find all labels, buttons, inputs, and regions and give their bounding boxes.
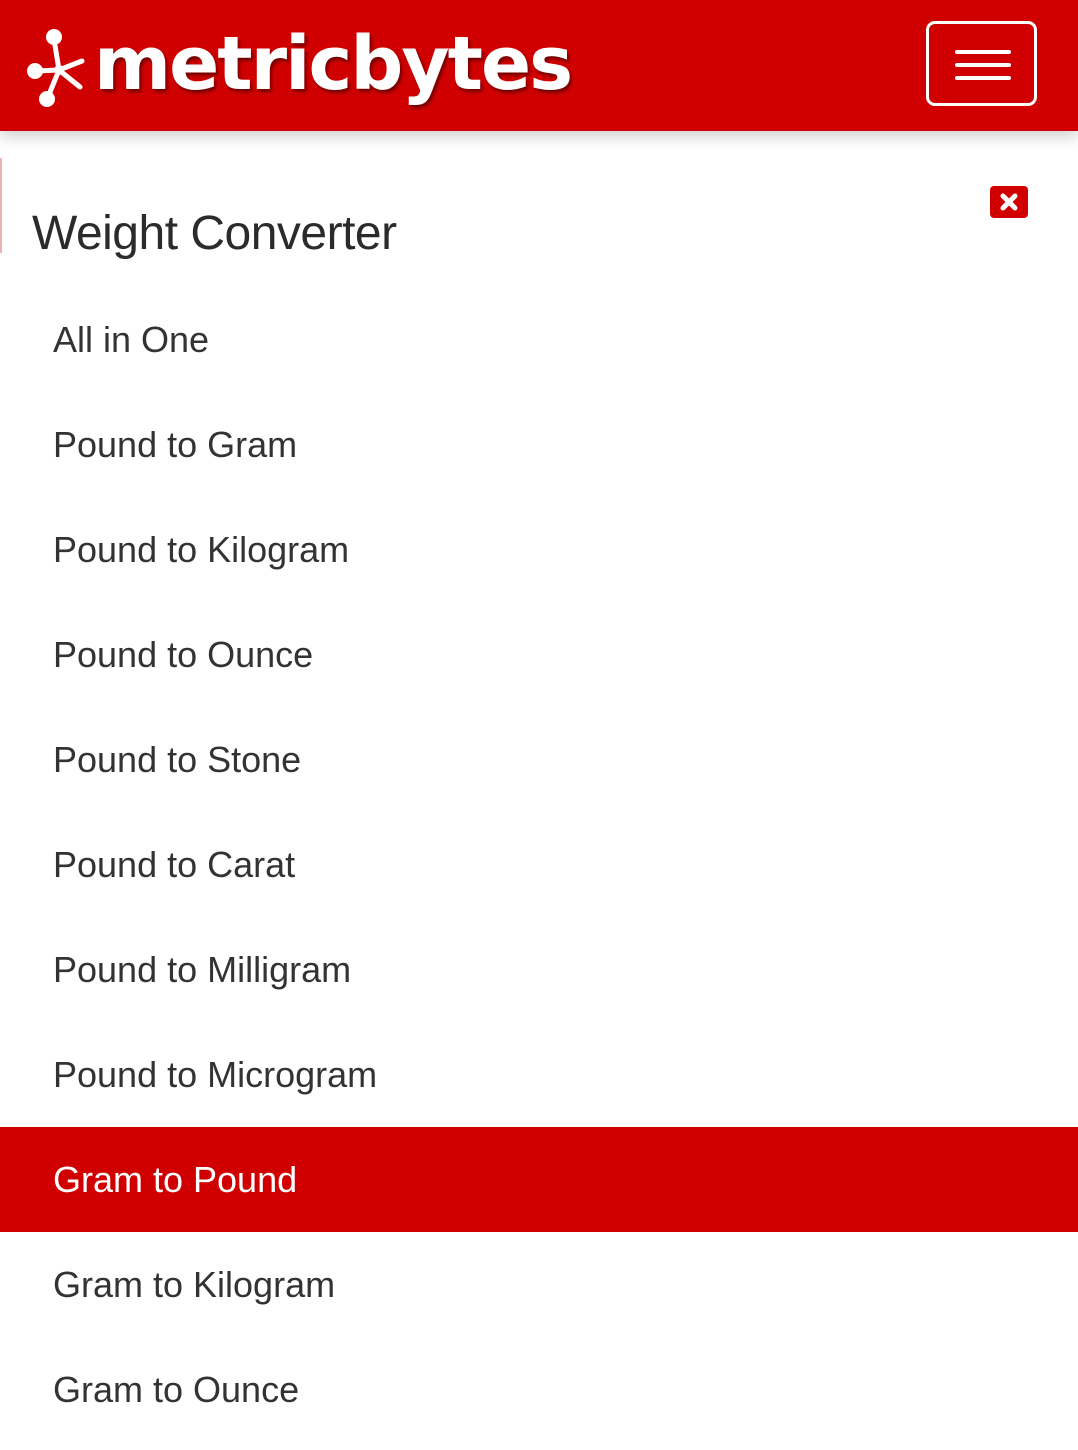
site-logo[interactable]: metricbytes bbox=[26, 20, 573, 117]
menu-item-gram-to-pound[interactable]: Gram to Pound bbox=[0, 1127, 1078, 1232]
menu-toggle-button[interactable] bbox=[926, 21, 1037, 106]
menu-item-pound-to-milligram[interactable]: Pound to Milligram bbox=[0, 917, 1078, 1022]
molecule-icon bbox=[27, 28, 85, 107]
brand-name: metricbytes bbox=[94, 20, 573, 107]
converter-menu-list: All in One Pound to Gram Pound to Kilogr… bbox=[0, 287, 1078, 1442]
top-navbar: metricbytes bbox=[0, 0, 1078, 131]
hamburger-bar bbox=[955, 63, 1011, 67]
menu-item-pound-to-kilogram[interactable]: Pound to Kilogram bbox=[0, 497, 1078, 602]
hamburger-bar bbox=[955, 50, 1011, 54]
close-icon[interactable] bbox=[990, 186, 1028, 218]
menu-item-gram-to-ounce[interactable]: Gram to Ounce bbox=[0, 1337, 1078, 1442]
hamburger-bar bbox=[955, 76, 1011, 80]
menu-item-gram-to-kilogram[interactable]: Gram to Kilogram bbox=[0, 1232, 1078, 1337]
panel-edge-accent bbox=[0, 158, 2, 253]
menu-item-pound-to-stone[interactable]: Pound to Stone bbox=[0, 707, 1078, 812]
menu-item-all-in-one[interactable]: All in One bbox=[0, 287, 1078, 392]
menu-item-pound-to-ounce[interactable]: Pound to Ounce bbox=[0, 602, 1078, 707]
menu-item-pound-to-microgram[interactable]: Pound to Microgram bbox=[0, 1022, 1078, 1127]
panel-title: Weight Converter bbox=[32, 207, 397, 260]
converter-menu-panel: Weight Converter All in One Pound to Gra… bbox=[0, 131, 1078, 1450]
menu-item-pound-to-gram[interactable]: Pound to Gram bbox=[0, 392, 1078, 497]
menu-item-pound-to-carat[interactable]: Pound to Carat bbox=[0, 812, 1078, 917]
